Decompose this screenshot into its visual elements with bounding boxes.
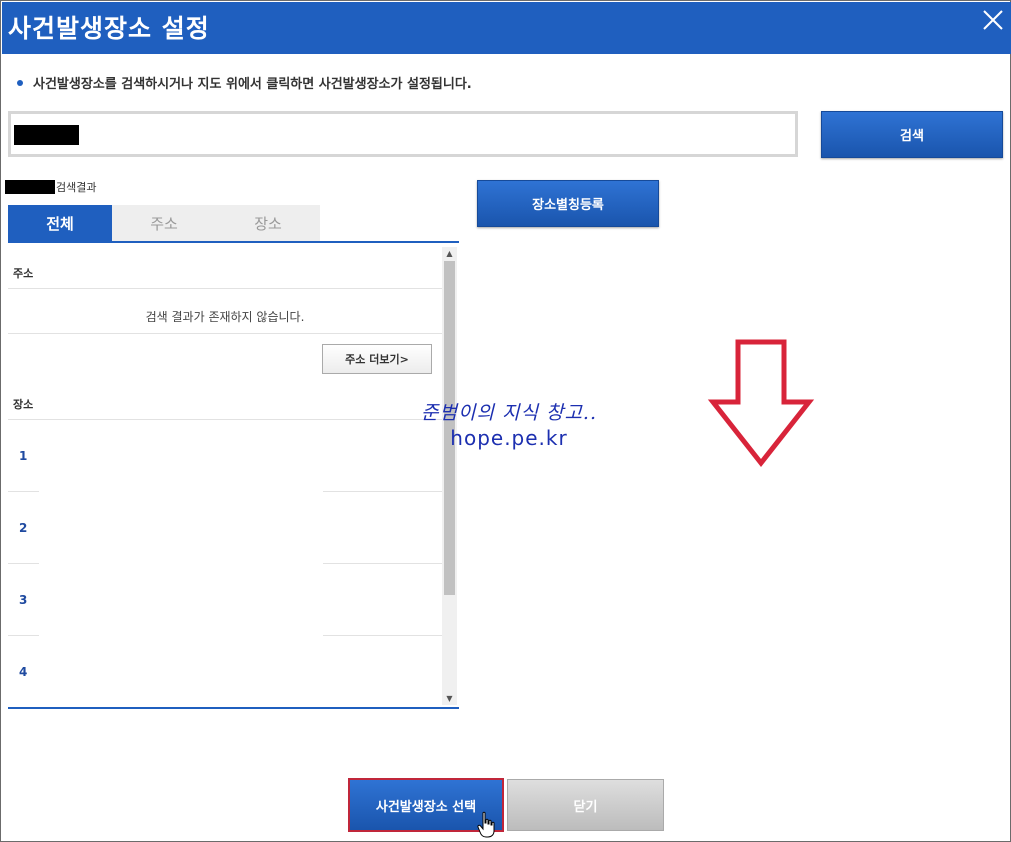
results-header: 검색결과 — [5, 179, 96, 195]
results-header-label: 검색결과 — [56, 181, 97, 194]
divider — [8, 333, 442, 334]
dialog-window: 사건발생장소 설정 사건발생장소를 검색하시거나 지도 위에서 클릭하면 사건발… — [0, 0, 1011, 842]
redacted-query — [5, 180, 55, 194]
place-row-number[interactable]: 3 — [19, 593, 27, 607]
place-section-label: 장소 — [13, 398, 34, 411]
results-bottom-line — [8, 707, 459, 709]
close-button[interactable]: 닫기 — [507, 779, 664, 831]
result-tabs: 전체 주소 장소 — [8, 205, 320, 241]
search-button[interactable]: 검색 — [821, 111, 1003, 158]
more-address-button[interactable]: 주소 더보기> — [322, 344, 432, 374]
row-divider — [8, 635, 442, 636]
results-list: 주소 검색 결과가 존재하지 않습니다. 주소 더보기> 장소 1 2 3 4 — [8, 243, 459, 707]
instruction-text: 사건발생장소를 검색하시거나 지도 위에서 클릭하면 사건발생장소가 설정됩니다… — [33, 77, 472, 92]
tab-address[interactable]: 주소 — [112, 205, 216, 241]
instruction-notice: 사건발생장소를 검색하시거나 지도 위에서 클릭하면 사건발생장소가 설정됩니다… — [17, 73, 472, 92]
row-divider — [8, 491, 442, 492]
dialog-title: 사건발생장소 설정 — [8, 14, 210, 43]
row-divider — [8, 563, 442, 564]
hand-cursor-icon — [477, 811, 495, 838]
address-section-label: 주소 — [13, 267, 34, 280]
watermark-line2: hope.pe.kr — [450, 426, 568, 450]
search-input[interactable] — [91, 120, 781, 148]
watermark: 준범이의 지식 창고.. hope.pe.kr — [421, 398, 597, 450]
empty-result-message: 검색 결과가 존재하지 않습니다. — [145, 310, 305, 324]
divider — [8, 419, 442, 420]
scroll-up-icon[interactable]: ▲ — [442, 247, 457, 260]
redacted-text — [14, 125, 79, 145]
tab-place[interactable]: 장소 — [216, 205, 320, 241]
tab-all[interactable]: 전체 — [8, 205, 112, 241]
results-scrollbar[interactable]: ▲ ▼ — [442, 247, 457, 705]
close-icon[interactable] — [981, 8, 1005, 32]
place-row-number[interactable]: 1 — [19, 449, 27, 463]
place-row-number[interactable]: 2 — [19, 521, 27, 535]
place-alias-register-button[interactable]: 장소별칭등록 — [477, 180, 659, 227]
search-field[interactable] — [8, 111, 798, 157]
watermark-line1: 준범이의 지식 창고.. — [421, 402, 597, 424]
place-row-number[interactable]: 4 — [19, 665, 27, 679]
bullet-icon — [17, 79, 23, 86]
down-arrow-icon — [707, 339, 815, 468]
title-bar: 사건발생장소 설정 — [2, 2, 1011, 54]
scroll-down-icon[interactable]: ▼ — [442, 692, 457, 705]
divider — [8, 288, 442, 289]
